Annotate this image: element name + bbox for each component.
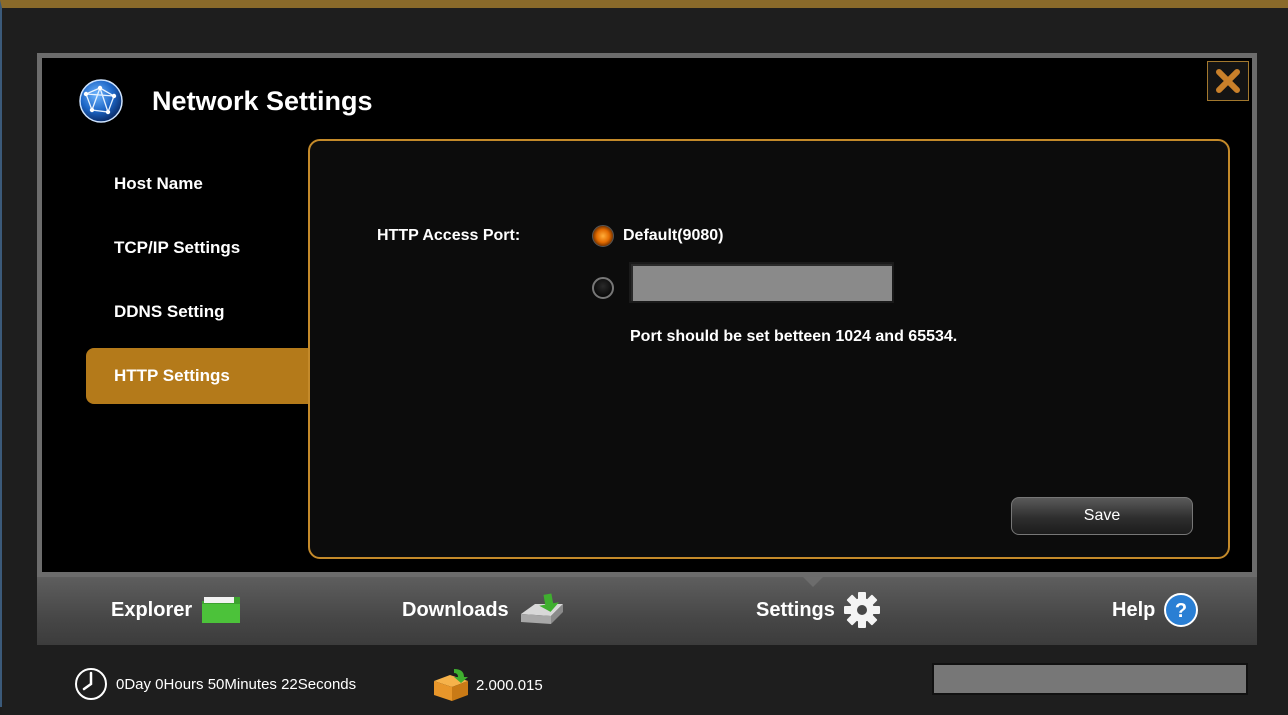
custom-port-input[interactable] [629, 262, 894, 303]
bottom-nav: Explorer Downloads Settings Help ? [37, 577, 1257, 645]
help-icon: ? [1164, 593, 1199, 627]
globe-network-icon [79, 79, 123, 123]
uptime-status: 0Day 0Hours 50Minutes 22Seconds [74, 667, 356, 701]
nav-explorer[interactable]: Explorer [111, 589, 242, 631]
http-access-port-label: HTTP Access Port: [377, 227, 521, 244]
sidebar-item-tcpip-settings[interactable]: TCP/IP Settings [86, 220, 311, 276]
app-window: Network Settings Host Name TCP/IP Settin… [0, 0, 1288, 715]
folder-icon [202, 597, 241, 623]
dialog-header: Network Settings [78, 78, 373, 124]
network-settings-dialog: Network Settings Host Name TCP/IP Settin… [37, 53, 1257, 577]
version-status: 2.000.015 [430, 667, 543, 703]
sidebar-item-label: HTTP Settings [114, 366, 230, 385]
sidebar-item-label: TCP/IP Settings [114, 238, 241, 257]
nav-label: Downloads [402, 598, 509, 621]
gear-icon [843, 592, 880, 628]
sidebar-item-host-name[interactable]: Host Name [86, 156, 311, 212]
nav-label: Settings [756, 598, 835, 621]
sidebar-item-http-settings[interactable]: HTTP Settings [86, 348, 311, 404]
status-progress-bar [932, 663, 1248, 695]
status-bar: 0Day 0Hours 50Minutes 22Seconds 2.000.01… [2, 645, 1288, 715]
version-text: 2.000.015 [476, 676, 543, 694]
download-drive-icon [520, 593, 563, 624]
clock-icon [75, 668, 107, 700]
nav-label: Explorer [111, 598, 193, 621]
nav-label: Help [1112, 598, 1156, 621]
package-update-icon [434, 669, 468, 701]
sidebar-item-ddns-setting[interactable]: DDNS Setting [86, 284, 311, 340]
sidebar-item-label: DDNS Setting [114, 302, 225, 321]
port-range-hint: Port should be set betteen 1024 and 6553… [630, 328, 958, 345]
default-port-radio[interactable] [592, 225, 614, 247]
custom-port-radio[interactable] [592, 277, 614, 299]
nav-settings[interactable]: Settings [756, 589, 881, 631]
page-title: Network Settings [152, 85, 373, 116]
svg-text:?: ? [1175, 600, 1187, 622]
close-button[interactable] [1207, 61, 1249, 101]
default-port-label[interactable]: Default(9080) [623, 227, 723, 245]
active-tab-pointer [803, 577, 823, 587]
settings-sidebar: Host Name TCP/IP Settings DDNS Setting H… [86, 156, 311, 412]
close-icon [1216, 69, 1240, 93]
sidebar-item-label: Host Name [114, 174, 203, 193]
save-button[interactable]: Save [1011, 497, 1193, 535]
nav-help[interactable]: Help ? [1112, 589, 1199, 631]
nav-downloads[interactable]: Downloads [402, 589, 567, 631]
uptime-text: 0Day 0Hours 50Minutes 22Seconds [116, 675, 357, 693]
http-settings-panel: HTTP Access Port: Default(9080) Port sho… [308, 139, 1230, 559]
